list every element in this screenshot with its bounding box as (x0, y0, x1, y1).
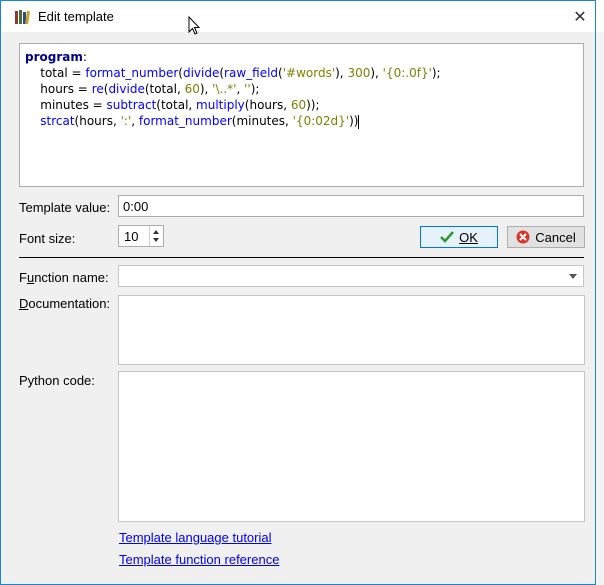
code-token: ), (199, 82, 213, 96)
divider (19, 257, 584, 258)
function-name-label: Function name: (19, 270, 109, 285)
code-token: (total, (144, 82, 185, 96)
close-icon: ✕ (573, 8, 587, 26)
code-line: hours = re(divide(total, 60), '\..*', ''… (25, 81, 583, 97)
code-token: format_number (138, 114, 232, 128)
template-editor[interactable]: program: total = format_number(divide(ra… (19, 43, 584, 187)
python-code-field[interactable] (118, 371, 585, 522)
code-token: divide (108, 82, 145, 96)
title-bar: Edit template ✕ (1, 1, 595, 32)
code-token: ), (335, 66, 348, 80)
code-token: strcat (25, 114, 75, 128)
font-size-value: 10 (124, 229, 139, 244)
code-token: ':' (120, 114, 132, 128)
code-line: total = format_number(divide(raw_field('… (25, 65, 583, 81)
code-token: ), (370, 66, 383, 80)
documentation-label: Documentation: (19, 296, 111, 311)
code-token: raw_field (224, 66, 279, 80)
font-size-spinbox[interactable]: 10 (118, 225, 164, 247)
cancel-icon (516, 230, 530, 244)
dialog-body: program: total = format_number(divide(ra… (1, 32, 595, 584)
code-token: )); (306, 98, 320, 112)
code-token: ); (431, 66, 441, 80)
template-value-field[interactable]: 0:00 (118, 195, 584, 217)
code-token: (minutes, (231, 114, 293, 128)
code-token: '' (244, 82, 251, 96)
code-token: 60 (184, 82, 200, 96)
python-code-label: Python code: (19, 373, 95, 388)
code-token: total = (25, 66, 86, 80)
edit-template-dialog: Edit template ✕ program: total = format_… (0, 0, 596, 585)
code-token: '{0:.0f}' (382, 66, 432, 80)
code-token: re (91, 82, 104, 96)
code-token: hours = (25, 82, 92, 96)
cancel-button[interactable]: Cancel (507, 226, 585, 248)
code-token: (hours, (244, 98, 291, 112)
window-title: Edit template (38, 9, 114, 24)
background-app-right (596, 32, 604, 585)
code-token: minutes = (25, 98, 107, 112)
ok-label: OK (459, 229, 478, 245)
chevron-down-icon[interactable] (569, 274, 577, 279)
code-line: strcat(hours, ':', format_number(minutes… (25, 113, 583, 129)
code-token: '#words' (282, 66, 336, 80)
calibre-books-icon (14, 9, 30, 25)
code-token: : (82, 50, 87, 64)
code-line: program: (25, 49, 583, 65)
code-token: )) (349, 114, 359, 128)
code-token: format_number (85, 66, 179, 80)
text-cursor (358, 114, 360, 129)
template-value-label: Template value: (19, 200, 111, 215)
code-token: program (25, 50, 83, 64)
code-token: , (131, 114, 139, 128)
code-token: 300 (347, 66, 371, 80)
mouse-pointer-icon (188, 16, 200, 35)
code-token: '\..*' (212, 82, 237, 96)
function-name-combo[interactable] (118, 265, 584, 287)
code-token: ); (250, 82, 260, 96)
code-token: '{0:02d}' (292, 114, 350, 128)
code-token: (hours, (74, 114, 121, 128)
checkmark-icon (440, 231, 455, 243)
code-line: minutes = subtract(total, multiply(hours… (25, 97, 583, 113)
font-size-label: Font size: (19, 231, 76, 246)
code-token: divide (182, 66, 220, 80)
code-token: 60 (290, 98, 307, 112)
code-token: , (236, 82, 245, 96)
code-token: multiply (196, 98, 245, 112)
template-reference-link[interactable]: Template function reference (119, 552, 279, 567)
documentation-field[interactable] (118, 295, 585, 365)
spin-down-icon[interactable] (153, 238, 159, 242)
close-button[interactable]: ✕ (565, 1, 595, 32)
ok-button[interactable]: OK (420, 226, 498, 248)
cancel-label: Cancel (535, 229, 576, 245)
spin-arrows[interactable] (149, 226, 163, 246)
template-tutorial-link[interactable]: Template language tutorial (119, 530, 272, 545)
code-token: subtract (106, 98, 157, 112)
spin-up-icon[interactable] (153, 230, 159, 234)
code-token: (total, (156, 98, 197, 112)
